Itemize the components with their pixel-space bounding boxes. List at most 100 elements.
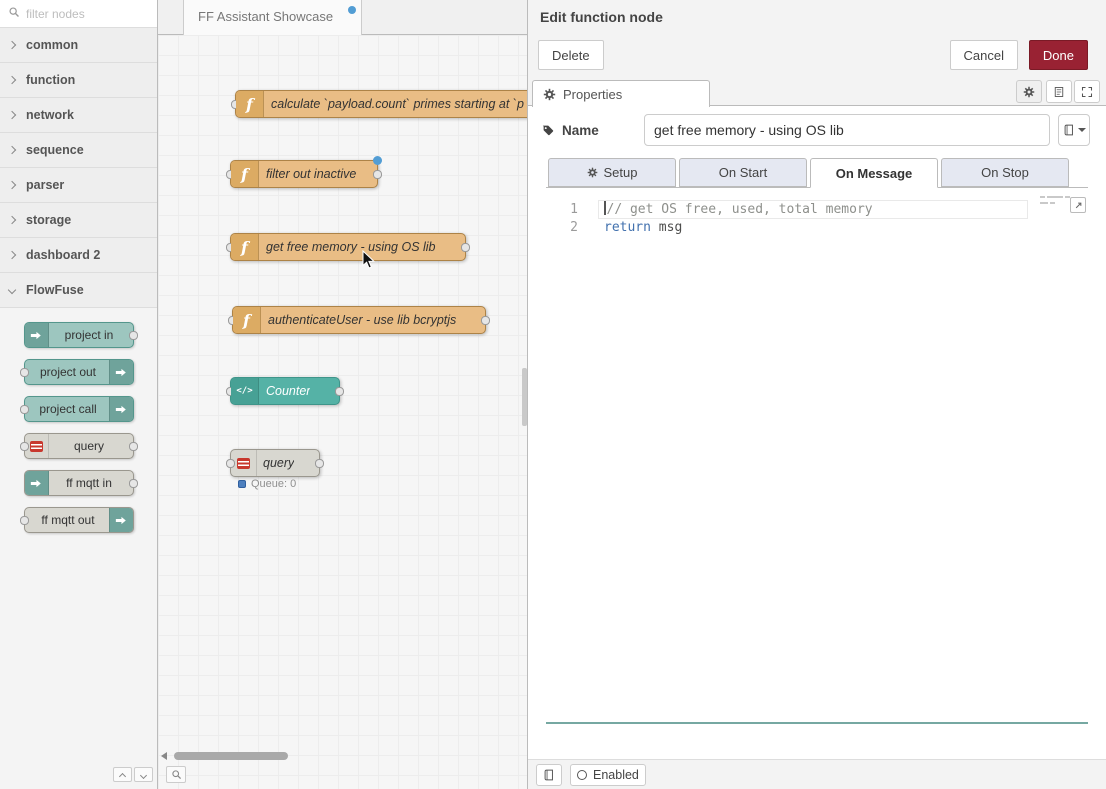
function-node-get-free-memory[interactable]: f get free memory - using OS lib — [230, 233, 466, 261]
output-port[interactable] — [315, 459, 324, 468]
code-line: return msg — [604, 219, 1088, 237]
canvas-search-button[interactable] — [166, 766, 186, 783]
chevron-right-icon — [8, 216, 16, 224]
chevron-right-icon — [8, 41, 16, 49]
text-caret — [604, 201, 606, 215]
mqtt-in-icon — [25, 471, 49, 495]
panel-body: Name Setup On Start On Message — [528, 106, 1106, 759]
code-editor[interactable]: 1 2 // get OS free, used, total memory r… — [546, 189, 1088, 724]
editor-minimap — [1040, 196, 1072, 208]
code-brackets-icon: </> — [231, 378, 259, 404]
palette-sidebar: common function network sequence parser … — [0, 0, 158, 789]
counter-node[interactable]: </> Counter — [230, 377, 340, 405]
node-label: filter out inactive — [266, 161, 356, 187]
palette-node-ff-mqtt-in[interactable]: ff mqtt in — [24, 470, 134, 496]
hscroll-thumb[interactable] — [174, 752, 288, 760]
output-port[interactable] — [461, 243, 470, 252]
node-label: query — [263, 450, 294, 476]
edit-node-panel: Edit function node Delete Cancel Done Pr… — [527, 0, 1106, 789]
tag-icon — [542, 124, 555, 137]
mqtt-out-icon — [109, 508, 133, 532]
expand-tray-button[interactable] — [1074, 80, 1100, 103]
palette-node-label: ff mqtt in — [49, 471, 130, 495]
palette-node-label: project out — [28, 360, 109, 384]
palette-category-dashboard2[interactable]: dashboard 2 — [0, 238, 157, 273]
palette-filter-input[interactable] — [26, 7, 136, 21]
panel-title: Edit function node — [528, 0, 1106, 33]
palette-node-project-in[interactable]: project in — [24, 322, 134, 348]
flow-tab[interactable]: FF Assistant Showcase — [183, 0, 362, 35]
category-label: sequence — [26, 143, 84, 157]
palette-category-network[interactable]: network — [0, 98, 157, 133]
function-node-calculate-primes[interactable]: f calculate `payload.count` primes start… — [235, 90, 527, 118]
palette-node-project-call[interactable]: project call — [24, 396, 134, 422]
palette-category-function[interactable]: function — [0, 63, 157, 98]
library-dropdown-button[interactable] — [1058, 114, 1090, 146]
flow-canvas[interactable]: f calculate `payload.count` primes start… — [158, 35, 527, 789]
palette-category-common[interactable]: common — [0, 28, 157, 63]
query-node[interactable]: query — [230, 449, 320, 477]
cancel-button[interactable]: Cancel — [950, 40, 1018, 70]
enabled-toggle-button[interactable]: Enabled — [570, 764, 646, 786]
palette-node-ff-mqtt-out[interactable]: ff mqtt out — [24, 507, 134, 533]
book-icon — [1063, 124, 1075, 136]
palette-footer — [0, 763, 157, 789]
tab-setup[interactable]: Setup — [548, 158, 676, 187]
function-icon: f — [231, 161, 259, 187]
gear-icon — [543, 88, 556, 101]
node-label: get free memory - using OS lib — [266, 234, 436, 260]
palette-search[interactable] — [0, 0, 157, 28]
flow-tab-label: FF Assistant Showcase — [198, 9, 333, 24]
chevron-up-icon — [119, 773, 126, 780]
output-port[interactable] — [481, 316, 490, 325]
book-icon — [543, 769, 555, 781]
panel-toolbar: Delete Cancel Done — [528, 33, 1106, 77]
editor-expand-button[interactable] — [1070, 197, 1086, 213]
node-changed-dot — [373, 156, 382, 165]
category-label: dashboard 2 — [26, 248, 100, 262]
tab-properties[interactable]: Properties — [532, 80, 710, 107]
done-button[interactable]: Done — [1029, 40, 1088, 70]
chevron-right-icon — [8, 111, 16, 119]
palette-category-parser[interactable]: parser — [0, 168, 157, 203]
project-call-icon — [109, 397, 133, 421]
chevron-down-icon — [140, 772, 147, 779]
palette-node-label: query — [49, 434, 130, 458]
flowfuse-node-list: project in project out project call — [0, 308, 157, 533]
palette-node-query[interactable]: query — [24, 433, 134, 459]
chevron-right-icon — [8, 76, 16, 84]
output-port[interactable] — [335, 387, 344, 396]
node-settings-button[interactable] — [1016, 80, 1042, 103]
flow-tabbar: FF Assistant Showcase — [158, 0, 527, 35]
collapse-all-button[interactable] — [113, 767, 132, 782]
output-port[interactable] — [373, 170, 382, 179]
delete-button[interactable]: Delete — [538, 40, 604, 70]
function-node-authenticate-user[interactable]: f authenticateUser - use lib bcryptjs — [232, 306, 486, 334]
category-label: FlowFuse — [26, 283, 84, 297]
tab-on-stop[interactable]: On Stop — [941, 158, 1069, 187]
chevron-right-icon — [8, 146, 16, 154]
search-icon — [8, 5, 20, 23]
output-port — [129, 331, 138, 340]
flow-changed-dot — [348, 6, 356, 14]
function-tabs: Setup On Start On Message On Stop — [546, 158, 1088, 188]
node-help-button[interactable] — [1046, 80, 1072, 103]
code-area[interactable]: // get OS free, used, total memory retur… — [604, 201, 1088, 237]
hscroll-left-arrow[interactable] — [161, 752, 167, 760]
palette-node-label: ff mqtt out — [28, 508, 109, 532]
status-text: Queue: 0 — [251, 478, 296, 490]
palette-category-flowfuse[interactable]: FlowFuse — [0, 273, 157, 308]
name-input[interactable] — [644, 114, 1050, 146]
tab-on-start[interactable]: On Start — [679, 158, 807, 187]
palette-node-label: project in — [49, 323, 130, 347]
workspace: FF Assistant Showcase f calculate `paylo… — [158, 0, 527, 789]
output-port — [129, 479, 138, 488]
palette-category-sequence[interactable]: sequence — [0, 133, 157, 168]
palette-category-storage[interactable]: storage — [0, 203, 157, 238]
tab-on-message[interactable]: On Message — [810, 158, 938, 188]
expand-all-button[interactable] — [134, 767, 153, 782]
palette-node-project-out[interactable]: project out — [24, 359, 134, 385]
library-button[interactable] — [536, 764, 562, 786]
expand-arrow-icon — [1073, 200, 1084, 211]
function-node-filter-out-inactive[interactable]: f filter out inactive — [230, 160, 378, 188]
